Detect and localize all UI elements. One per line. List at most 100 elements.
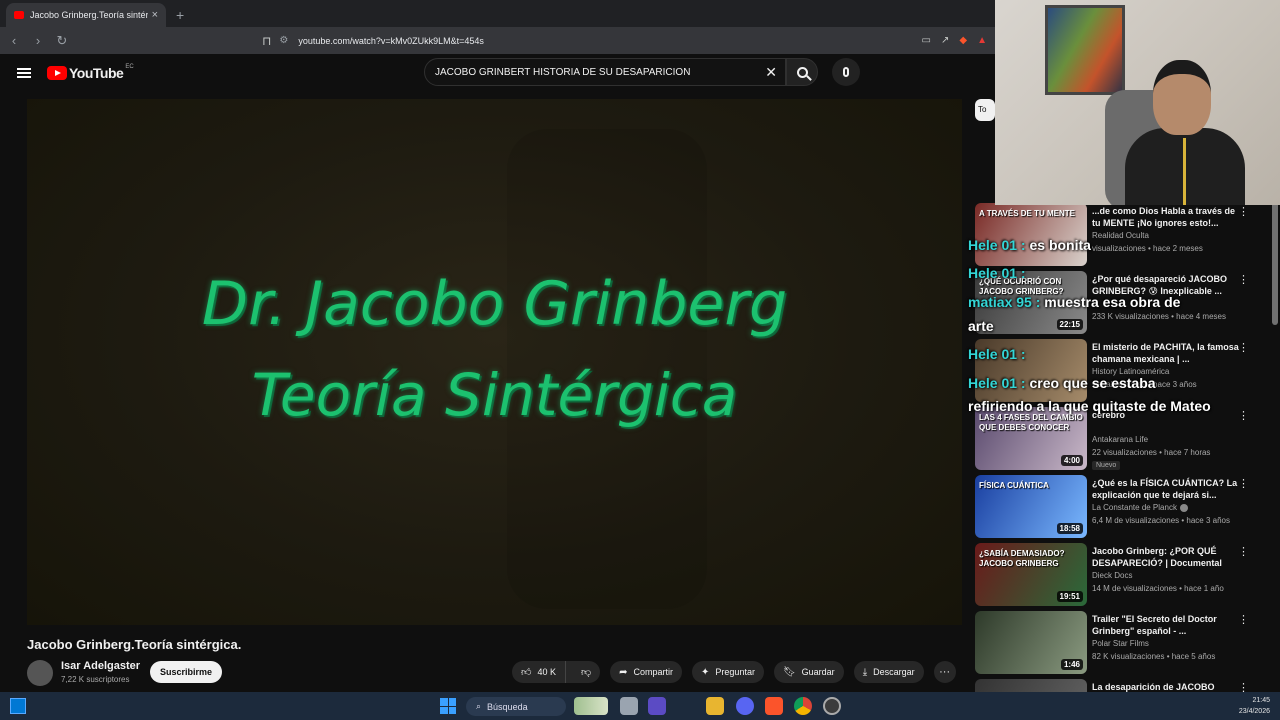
recommendation-item[interactable]: 1:46 Trailer "El Secreto del Doctor Grinb… [975,611,1275,675]
save-label: Guardar [801,667,835,677]
recommendation-title[interactable]: Trailer "El Secreto del Doctor Grinberg"… [1092,613,1240,637]
new-tab-button[interactable]: + [176,7,184,23]
recommendation-title[interactable]: La desaparición de JACOBO [1092,681,1240,692]
sparkle-icon: ✦ [701,666,710,678]
chat-text: arte [968,318,994,334]
tab-close-icon[interactable]: × [152,9,158,21]
more-options-icon[interactable]: ⋮ [1238,341,1249,354]
recommendation-item[interactable]: A TRAVÉS DE TU MENTE ...de como Dios Habl… [975,203,1275,267]
bookmark-icon[interactable]: ⊓ [262,34,271,48]
more-options-icon[interactable]: ⋮ [1238,613,1249,626]
clear-search-icon[interactable]: ✕ [765,64,777,81]
chat-message: matiax 95 : muestra esa obra de [968,294,1180,310]
hamburger-menu-icon[interactable] [17,68,31,78]
share-button[interactable]: ➦ Compartir [610,661,683,683]
more-options-icon[interactable]: ⋮ [1238,409,1249,422]
recommendation-channel[interactable]: Realidad Oculta [1092,231,1149,240]
channel-avatar[interactable] [27,660,53,686]
chat-username: Hele 01 : [968,375,1026,391]
webcam-poster [1045,5,1125,95]
youtube-logo[interactable]: YouTube EC [47,64,134,81]
recommendation-thumbnail[interactable]: 1:46 [975,611,1087,674]
recommendation-title[interactable]: ¿Qué es la FÍSICA CUÁNTICA? La explicaci… [1092,477,1240,501]
taskbar-search[interactable]: ⌕ Búsqueda [466,697,566,716]
subscribe-button[interactable]: Suscribirme [150,661,222,683]
reload-icon[interactable]: ↻ [52,33,72,49]
chat-username: Hele 01 : [968,346,1026,362]
recommendation-meta: 233 K visualizaciones • hace 4 meses [1092,312,1226,321]
recommendation-title[interactable]: ...de como Dios Habla a través de tu MEN… [1092,205,1240,229]
recommendation-thumbnail[interactable]: ¿SABÍA DEMASIADO? JACOBO GRINBERG 19:51 [975,543,1087,606]
thumbs-up-icon: 👍︎ [521,667,532,678]
app-icon[interactable] [648,697,666,715]
webcam-overlay [995,0,1280,205]
save-button[interactable]: 🔖︎ Guardar [773,661,844,683]
rewards-icon[interactable]: ▲ [977,35,987,46]
more-options-icon[interactable]: ⋮ [1238,477,1249,490]
more-options-icon[interactable]: ⋮ [1238,205,1249,218]
logo-region: EC [125,64,134,70]
url-text: youtube.com/watch?v=kMv0ZUkk9LM&t=454s [298,35,484,46]
search-button[interactable] [786,58,818,86]
widgets-icon[interactable] [10,698,26,714]
chat-text: refiriendo a la que quitaste de Mateo [968,398,1211,414]
recommendation-item[interactable]: FÍSICA CUÁNTICA 18:58 ¿Qué es la FÍSICA CU… [975,475,1275,539]
channel-name[interactable]: Isar Adelgaster [61,660,140,672]
download-button[interactable]: ⤓ Descargar [853,661,924,683]
address-bar[interactable]: ⚙ youtube.com/watch?v=kMv0ZUkk9LM&t=454s [279,31,879,51]
recommendation-item[interactable]: LAS 4 FASES DEL CAMBIO QUE DEBES CONOCER… [975,407,1275,471]
cast-icon[interactable]: ▭ [922,35,931,46]
recommendation-channel[interactable]: Antakarana Life [1092,435,1148,444]
video-player[interactable]: Dr. Jacobo Grinberg Teoría Sintérgica [27,99,962,625]
forward-icon[interactable]: › [28,33,48,48]
dislike-button[interactable]: 👎︎ [572,666,600,678]
video-duration: 18:58 [1056,523,1083,534]
taskbar-widget-icon[interactable] [574,697,608,715]
recommendation-thumbnail[interactable]: FÍSICA CUÁNTICA 18:58 [975,475,1087,538]
recommendation-thumbnail[interactable]: A TRAVÉS DE TU MENTE [975,203,1087,266]
brave-browser-icon[interactable] [765,697,783,715]
verified-icon [1179,503,1188,512]
chrome-icon[interactable] [794,697,812,715]
like-button[interactable]: 👍︎ 40 K [512,661,566,683]
more-actions-button[interactable]: ··· [933,661,956,683]
more-options-icon[interactable]: ⋮ [1238,273,1249,286]
chat-username: Hele 01 : [968,265,1026,281]
video-title: Jacobo Grinberg.Teoría sintérgica. [27,637,242,652]
share-icon[interactable]: ↗ [941,35,949,46]
recommendation-channel-name: Polar Star Films [1092,639,1149,648]
browser-tab[interactable]: Jacobo Grinberg.Teoría sintérgi × [6,3,166,27]
recommendation-channel-name: Realidad Oculta [1092,231,1149,240]
windows-taskbar: ⌕ Búsqueda 21:45 23/4/2026 [0,692,1280,720]
back-icon[interactable]: ‹ [4,33,24,48]
chat-message: Hele 01 : es bonita [968,237,1091,253]
recommendation-channel[interactable]: Polar Star Films [1092,639,1149,648]
subscriber-count: 7,22 K suscriptores [61,675,130,684]
recommendation-thumbnail[interactable] [975,679,1087,692]
microphone-icon [843,67,849,77]
task-view-icon[interactable] [620,697,638,715]
thumbs-down-icon: 👎︎ [580,667,592,678]
recommendation-item[interactable]: La desaparición de JACOBO ⋮ [975,679,1275,692]
filter-chip[interactable]: To [975,99,995,121]
thumbnail-text: A TRAVÉS DE TU MENTE [979,209,1076,218]
windows-start-icon[interactable] [440,698,456,714]
bookmark-save-icon: 🔖︎ [782,666,796,678]
ask-button[interactable]: ✦ Preguntar [692,661,764,683]
file-explorer-icon[interactable] [706,697,724,715]
taskbar-clock[interactable]: 21:45 23/4/2026 [1239,695,1270,717]
discord-icon[interactable] [736,697,754,715]
recommendation-title[interactable]: El misterio de PACHITA, la famosa chaman… [1092,341,1240,365]
recommendation-thumbnail[interactable]: LAS 4 FASES DEL CAMBIO QUE DEBES CONOCER… [975,407,1087,470]
recommendation-title[interactable]: Jacobo Grinberg: ¿POR QUÉ DESAPARECIÓ? |… [1092,545,1240,569]
site-info-icon[interactable]: ⚙ [279,35,288,46]
brave-shield-icon[interactable]: ◆ [959,35,967,46]
more-options-icon[interactable]: ⋮ [1238,681,1249,692]
more-options-icon[interactable]: ⋮ [1238,545,1249,558]
voice-search-button[interactable] [832,58,860,86]
obs-icon[interactable] [823,697,841,715]
recommendation-channel[interactable]: Dieck Docs [1092,571,1132,580]
recommendation-channel[interactable]: La Constante de Planck [1092,503,1188,512]
search-input[interactable]: JACOBO GRINBERT HISTORIA DE SU DESAPARIC… [424,58,786,86]
recommendation-item[interactable]: ¿SABÍA DEMASIADO? JACOBO GRINBERG 19:51 Ja… [975,543,1275,607]
